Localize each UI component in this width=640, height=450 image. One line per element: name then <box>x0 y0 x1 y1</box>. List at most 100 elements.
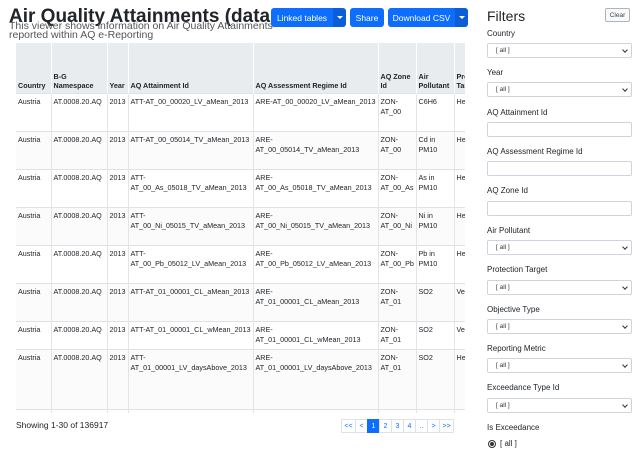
column-header[interactable]: AQ Attainment Id <box>128 43 254 93</box>
page-button[interactable]: << <box>341 419 356 433</box>
table-row[interactable]: Austria AT.0008.20.AQ 2013 ATT-AT_00_Ni_050… <box>16 206 465 245</box>
table-cell: Health <box>454 348 465 409</box>
table-cell: ATT-AT_00_Pb_05012_LV_aMean_2013 <box>128 244 254 283</box>
chevron-down-icon <box>622 402 628 408</box>
filter-pollutant-label: Air Pollutant <box>487 226 531 235</box>
table-cell: 2013 <box>107 206 129 245</box>
chevron-down-icon <box>622 244 628 250</box>
table-cell: Austria <box>16 348 52 409</box>
table-cell: 2013 <box>107 348 129 409</box>
exceedance-type-select[interactable]: [ all ] <box>487 398 632 413</box>
table-cell: ATT-AT_00_00020_LV_aMean_2013 <box>128 92 254 131</box>
column-header[interactable]: Air Pollutant <box>416 43 455 93</box>
table-cell: ZON-AT_01 <box>378 348 417 409</box>
table-cell: ZON-AT_01 <box>378 282 417 321</box>
filter-year-label: Year <box>487 68 504 77</box>
table-cell: Cd in PM10 <box>416 130 455 169</box>
table-cell: ARE-AT_01_00001_CL_wMean_2013 <box>253 320 379 349</box>
table-cell: SO2 <box>416 408 455 413</box>
table-row[interactable]: Austria AT.0008.20.AQ 2013 ATT-AT_00_Pb_050… <box>16 244 465 283</box>
chevron-down-icon <box>622 284 628 290</box>
table-cell: Health <box>454 130 465 169</box>
is-exceedance-all-radio[interactable]: [ all ] <box>488 439 517 448</box>
metric-select[interactable]: [ all ] <box>487 358 632 373</box>
table-cell: ATT-AT_00_Ni_05015_TV_aMean_2013 <box>128 206 254 245</box>
table-cell: Health <box>454 408 465 413</box>
table-cell: Health <box>454 168 465 207</box>
zone-id-input[interactable] <box>487 201 632 216</box>
table-cell: Austria <box>16 168 52 207</box>
objective-select-value: [ all ] <box>496 323 510 330</box>
caret-down-icon <box>336 16 343 19</box>
filter-metric-label: Reporting Metric <box>487 344 546 353</box>
table-row[interactable]: Austria AT.0008.20.AQ 2013 ATT-AT_01_00001_… <box>16 282 465 321</box>
regime-id-input[interactable] <box>487 161 632 176</box>
objective-select[interactable]: [ all ] <box>487 319 632 334</box>
table-body: Austria AT.0008.20.AQ 2013 ATT-AT_00_00020_… <box>16 92 465 413</box>
table-cell: 2013 <box>107 282 129 321</box>
attainment-id-input[interactable] <box>487 122 632 137</box>
pollutant-select[interactable]: [ all ] <box>487 240 632 255</box>
table-cell: Austria <box>16 92 52 131</box>
table-row[interactable]: Austria AT.0008.20.AQ 2013 ATT-AT_01_00001_… <box>16 320 465 349</box>
filter-objective-label: Objective Type <box>487 305 540 314</box>
column-header[interactable]: Country <box>16 43 52 93</box>
filter-regime-id-label: AQ Assessment Regime Id <box>487 147 583 156</box>
table-cell: ATT-AT_00_05014_TV_aMean_2013 <box>128 130 254 169</box>
column-header[interactable]: Year <box>107 43 129 93</box>
table-row[interactable]: Austria AT.0008.20.AQ 2013 ATT-AT_01_00001_… <box>16 348 465 409</box>
table-cell: SO2 <box>416 320 455 349</box>
table-cell: ZON- <box>378 408 417 413</box>
page-subtitle: This viewer shows information on Air Qua… <box>9 20 273 41</box>
chevron-down-icon <box>622 323 628 329</box>
chevron-down-icon <box>622 362 628 368</box>
table-cell: AT.0008.20.AQ <box>51 206 108 245</box>
filter-country-label: Country <box>487 29 516 38</box>
table-cell: ZON-AT_00_Ni <box>378 206 417 245</box>
linked-tables-button[interactable]: Linked tables <box>271 8 333 27</box>
table-cell: SO2 <box>416 282 455 321</box>
column-header[interactable]: B-G Namespace <box>51 43 108 93</box>
table-row[interactable]: Austria AT.0008.20.AQ 2013 ATT-AT_00_05014_… <box>16 130 465 169</box>
table-row[interactable]: AustriaAT.0008.20.AQ2013ATT-ARE-ZON-SO2H… <box>16 408 465 413</box>
table-cell: ATT- <box>128 408 254 413</box>
filter-zone-id-label: AQ Zone Id <box>487 186 528 195</box>
clear-filters-button[interactable]: Clear <box>605 8 630 22</box>
filter-exceedance-type-label: Exceedance Type Id <box>487 383 560 392</box>
results-table: Country B-G Namespace Year AQ Attainment Id… <box>16 43 465 413</box>
table-row[interactable]: Austria AT.0008.20.AQ 2013 ATT-AT_00_As_050… <box>16 168 465 207</box>
country-select[interactable]: [ all ] <box>487 43 632 58</box>
pollutant-select-value: [ all ] <box>496 244 510 251</box>
linked-tables-dropdown-toggle[interactable] <box>333 8 346 27</box>
table-cell: 2013 <box>107 408 129 413</box>
table-cell: ATT-AT_01_00001_CL_wMean_2013 <box>128 320 254 349</box>
table-cell: Vegetation <box>454 320 465 349</box>
results-table-container[interactable]: Country B-G Namespace Year AQ Attainment Id… <box>16 43 465 413</box>
table-cell: Austria <box>16 206 52 245</box>
pagination: << <1 2 3 4.. > >> <box>341 419 454 433</box>
page-button[interactable]: >> <box>439 419 454 433</box>
protection-select[interactable]: [ all ] <box>487 280 632 295</box>
share-button[interactable]: Share <box>350 8 384 27</box>
download-dropdown-toggle[interactable] <box>455 8 468 27</box>
exceedance-type-select-value: [ all ] <box>496 402 510 409</box>
protection-select-value: [ all ] <box>496 284 510 291</box>
filter-protection-label: Protection Target <box>487 265 548 274</box>
table-cell: ARE-AT_00_Ni_05015_TV_aMean_2013 <box>253 206 379 245</box>
table-cell: As in PM10 <box>416 168 455 207</box>
column-header[interactable]: AQ Assessment Regime Id <box>253 43 379 93</box>
column-header[interactable]: Protection Target <box>454 43 465 93</box>
download-csv-button[interactable]: Download CSV <box>388 8 455 27</box>
table-cell: AT.0008.20.AQ <box>51 408 108 413</box>
table-cell: ZON-AT_00_As <box>378 168 417 207</box>
table-cell: C6H6 <box>416 92 455 131</box>
year-select[interactable]: [ all ] <box>487 82 632 97</box>
results-count: Showing 1-30 of 136917 <box>16 420 109 430</box>
table-cell: SO2 <box>416 348 455 409</box>
column-header[interactable]: AQ Zone Id <box>378 43 417 93</box>
table-cell: ZON-AT_00 <box>378 92 417 131</box>
table-cell: ARE-AT_00_05014_TV_aMean_2013 <box>253 130 379 169</box>
table-cell: Health <box>454 92 465 131</box>
table-cell: 2013 <box>107 92 129 131</box>
table-row[interactable]: Austria AT.0008.20.AQ 2013 ATT-AT_00_00020_… <box>16 92 465 131</box>
